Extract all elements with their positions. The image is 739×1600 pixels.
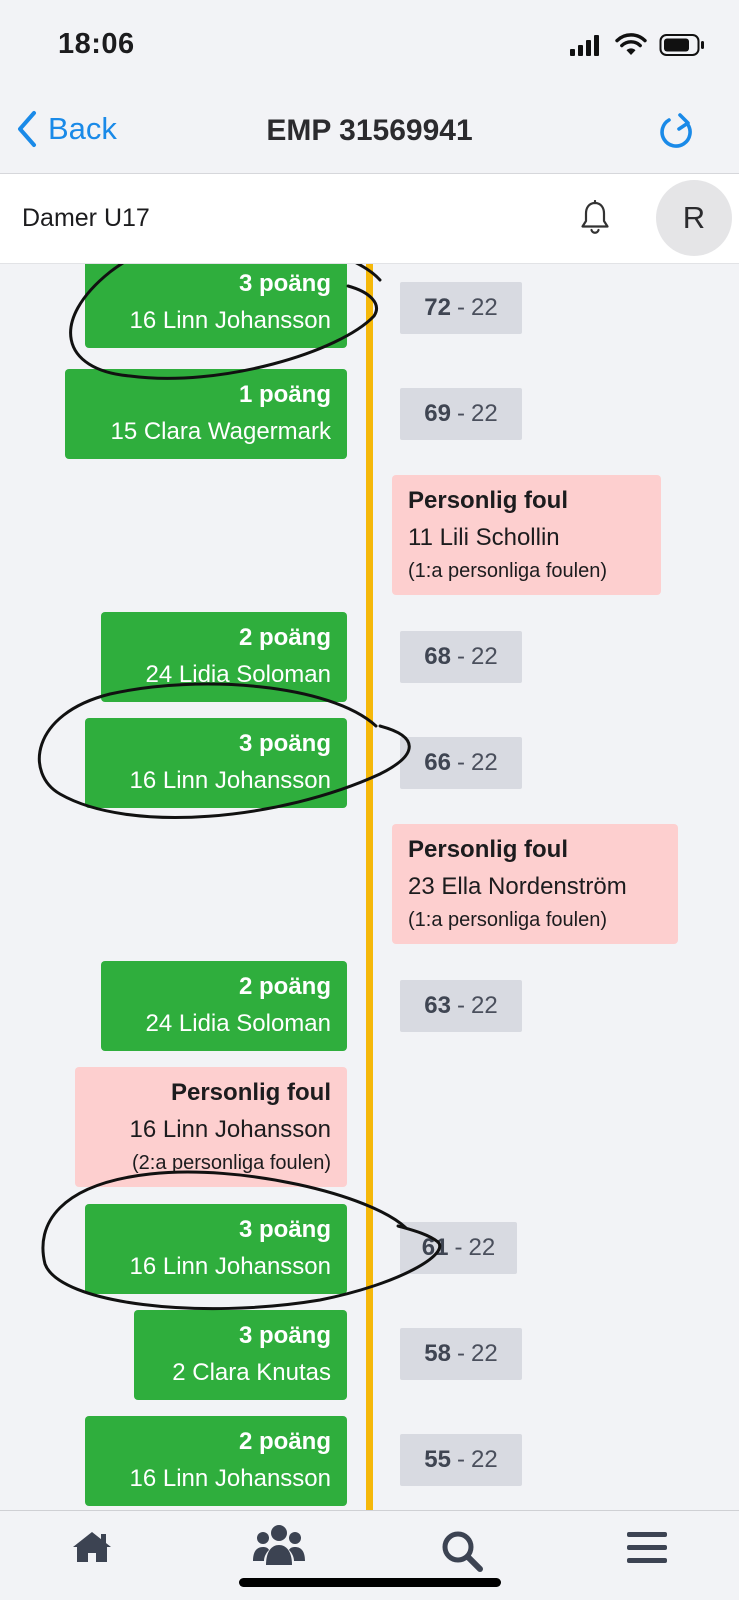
score-home: 72 — [424, 294, 451, 321]
status-time: 18:06 — [58, 28, 135, 60]
event-player: 11 Lili Schollin — [408, 524, 560, 551]
event-player: 16 Linn Johansson — [129, 307, 332, 334]
event-card-foul[interactable]: Personlig foul 11 Lili Schollin (1:a per… — [392, 475, 661, 595]
event-player: 24 Lidia Soloman — [145, 1010, 331, 1037]
timeline-axis — [366, 264, 373, 1510]
bell-icon — [581, 199, 609, 234]
team-header: Damer U17 — [0, 174, 739, 264]
team-name: Damer U17 — [22, 204, 150, 232]
running-score: 68 - 22 — [400, 631, 522, 683]
navigation-bar: Back EMP 31569941 — [0, 96, 739, 174]
battery-icon — [659, 34, 704, 56]
score-away: 22 — [471, 400, 498, 427]
score-home: 55 — [424, 1446, 451, 1473]
event-title: Personlig foul — [408, 487, 569, 514]
score-separator: - — [457, 1446, 465, 1473]
event-player: 16 Linn Johansson — [129, 767, 332, 794]
event-player: 24 Lidia Soloman — [145, 661, 331, 688]
wifi-icon — [615, 33, 647, 55]
score-home: 68 — [424, 643, 451, 670]
score-separator: - — [457, 400, 465, 427]
score-separator: - — [454, 1234, 463, 1261]
event-player: 16 Linn Johansson — [129, 1465, 332, 1492]
score-away: 22 — [471, 1340, 498, 1367]
score-separator: - — [457, 643, 465, 670]
status-icons — [569, 33, 705, 57]
event-card[interactable]: 2 poäng 16 Linn Johansson — [85, 1416, 347, 1506]
event-title: 2 poäng — [238, 624, 331, 651]
event-player: 16 Linn Johansson — [129, 1116, 332, 1143]
running-score: 61 - 22 — [400, 1222, 517, 1274]
event-player: 15 Clara Wagermark — [110, 418, 331, 445]
score-home: 63 — [424, 992, 451, 1019]
event-player: 16 Linn Johansson — [129, 1253, 332, 1280]
avatar[interactable]: R — [656, 180, 732, 256]
house-icon — [73, 1532, 111, 1562]
users-icon — [253, 1525, 305, 1565]
event-title: 2 poäng — [238, 1428, 331, 1455]
avatar-initial: R — [682, 200, 706, 235]
event-note: (2:a personliga foulen) — [131, 1152, 331, 1174]
event-title: 3 poäng — [238, 730, 331, 757]
score-away: 22 — [471, 294, 498, 321]
running-score: 55 - 22 — [400, 1434, 522, 1486]
running-score: 66 - 22 — [400, 737, 522, 789]
score-home: 58 — [424, 1340, 451, 1367]
event-title: 2 poäng — [238, 973, 331, 1000]
event-card[interactable]: 1 poäng 15 Clara Wagermark — [65, 369, 347, 459]
event-card[interactable]: 3 poäng 16 Linn Johansson — [85, 1204, 347, 1294]
score-separator: - — [457, 1340, 465, 1367]
score-away: 22 — [471, 992, 498, 1019]
event-card[interactable]: 3 poäng 16 Linn Johansson — [85, 718, 347, 808]
tab-home[interactable] — [70, 1529, 114, 1570]
game-timeline-screen: 18:06 Back EMP 31569941 Damer U17 R 3 po… — [0, 0, 739, 1600]
running-score: 63 - 22 — [400, 980, 522, 1032]
event-player: 23 Ella Nordenström — [408, 873, 627, 900]
page-title: EMP 31569941 — [266, 114, 473, 147]
home-indicator — [239, 1578, 501, 1587]
event-title: Personlig foul — [170, 1079, 331, 1106]
score-separator: - — [457, 992, 465, 1019]
hamburger-menu-icon — [627, 1532, 667, 1563]
event-card[interactable]: 3 poäng 2 Clara Knutas — [134, 1310, 347, 1400]
running-score: 69 - 22 — [400, 388, 522, 440]
score-away: 22 — [471, 749, 498, 776]
tab-teams[interactable] — [252, 1523, 306, 1574]
event-title: 3 poäng — [238, 1322, 331, 1349]
score-home: 69 — [424, 400, 451, 427]
score-separator: - — [457, 294, 465, 321]
notifications-button[interactable] — [579, 199, 611, 241]
status-bar: 18:06 — [0, 0, 739, 96]
score-away: 22 — [471, 1446, 498, 1473]
event-card-foul[interactable]: Personlig foul 16 Linn Johansson (2:a pe… — [75, 1067, 347, 1187]
event-title: 1 poäng — [238, 381, 331, 408]
score-away: 22 — [468, 1234, 496, 1261]
event-card-foul[interactable]: Personlig foul 23 Ella Nordenström (1:a … — [392, 824, 678, 944]
cellular-signal-icon — [570, 35, 599, 56]
tab-menu[interactable] — [626, 1531, 668, 1570]
score-away: 22 — [471, 643, 498, 670]
score-separator: - — [457, 749, 465, 776]
event-card[interactable]: 2 poäng 24 Lidia Soloman — [101, 961, 347, 1051]
event-title: 3 poäng — [238, 270, 331, 297]
event-card[interactable]: 2 poäng 24 Lidia Soloman — [101, 612, 347, 702]
running-score: 58 - 22 — [400, 1328, 522, 1380]
event-card[interactable]: 3 poäng 16 Linn Johansson — [85, 264, 347, 348]
event-note: (1:a personliga foulen) — [408, 560, 608, 582]
event-title: Personlig foul — [408, 836, 569, 863]
score-home: 66 — [424, 749, 451, 776]
event-note: (1:a personliga foulen) — [408, 909, 608, 931]
event-timeline[interactable]: 3 poäng 16 Linn Johansson 1 poäng 15 Cla… — [0, 264, 739, 1510]
tab-search[interactable] — [440, 1529, 484, 1578]
running-score: 72 - 22 — [400, 282, 522, 334]
event-title: 3 poäng — [238, 1216, 331, 1243]
refresh-icon — [660, 113, 692, 148]
event-player: 2 Clara Knutas — [172, 1359, 331, 1386]
score-home: 61 — [421, 1234, 449, 1261]
magnifier-icon — [442, 1531, 483, 1572]
refresh-button[interactable] — [657, 110, 697, 161]
